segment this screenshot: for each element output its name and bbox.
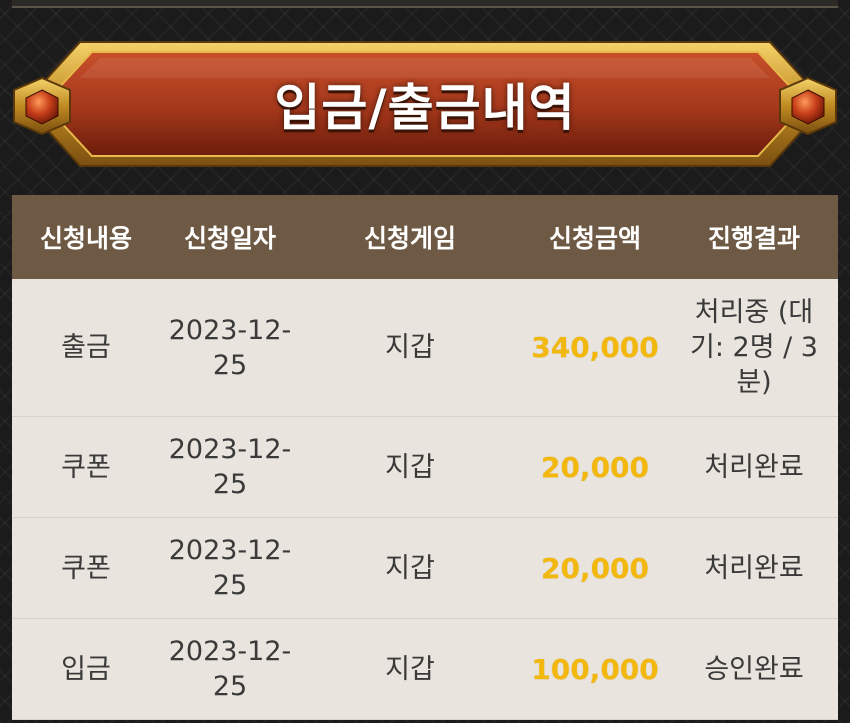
- title-banner: 입금/출금내역: [0, 38, 850, 170]
- header-request-amount: 신청금액: [548, 224, 641, 253]
- table-body: 출금 2023-12-25 지갑 340,000 처리중 (대기: 2명 / 3…: [12, 279, 838, 720]
- cell-date: 2023-12-25: [168, 434, 292, 500]
- cell-game: 지갑: [385, 451, 435, 483]
- cell-game: 지갑: [385, 332, 435, 363]
- cell-game: 지갑: [385, 552, 435, 584]
- page-title: 입금/출금내역: [274, 79, 576, 137]
- header-request-game: 신청게임: [363, 224, 456, 253]
- cell-status: 처리중 (대기: 2명 / 3분): [690, 297, 818, 398]
- cell-amount: 100,000: [531, 652, 659, 686]
- cell-type: 출금: [61, 332, 111, 363]
- table-row: 입금 2023-12-25 지갑 100,000 승인완료: [12, 619, 838, 720]
- cell-amount: 340,000: [531, 331, 659, 364]
- cell-status: 승인완료: [704, 653, 804, 685]
- cell-type: 쿠폰: [61, 451, 111, 483]
- cell-game: 지갑: [385, 653, 435, 685]
- table-row: 쿠폰 2023-12-25 지갑 20,000 처리완료: [12, 518, 838, 619]
- table-header: 신청내용 신청일자 신청게임 신청금액 진행결과: [12, 195, 838, 279]
- top-frame-edge: [12, 0, 838, 8]
- cell-date: 2023-12-25: [168, 535, 292, 601]
- cell-date: 2023-12-25: [168, 636, 292, 702]
- cell-amount: 20,000: [540, 551, 650, 585]
- header-result: 진행결과: [707, 224, 800, 253]
- cell-amount: 20,000: [540, 450, 650, 484]
- table-row: 쿠폰 2023-12-25 지갑 20,000 처리완료: [12, 417, 838, 518]
- header-request-date: 신청일자: [183, 224, 276, 253]
- cell-type: 쿠폰: [61, 552, 111, 584]
- cell-status: 처리완료: [704, 552, 804, 584]
- header-request-type: 신청내용: [39, 224, 132, 253]
- history-table: 신청내용 신청일자 신청게임 신청금액 진행결과 출금 2023-12-25 지…: [12, 195, 838, 723]
- table-row: 출금 2023-12-25 지갑 340,000 처리중 (대기: 2명 / 3…: [12, 279, 838, 417]
- cell-date: 2023-12-25: [168, 314, 292, 381]
- cell-status: 처리완료: [704, 451, 804, 483]
- cell-type: 입금: [61, 653, 111, 685]
